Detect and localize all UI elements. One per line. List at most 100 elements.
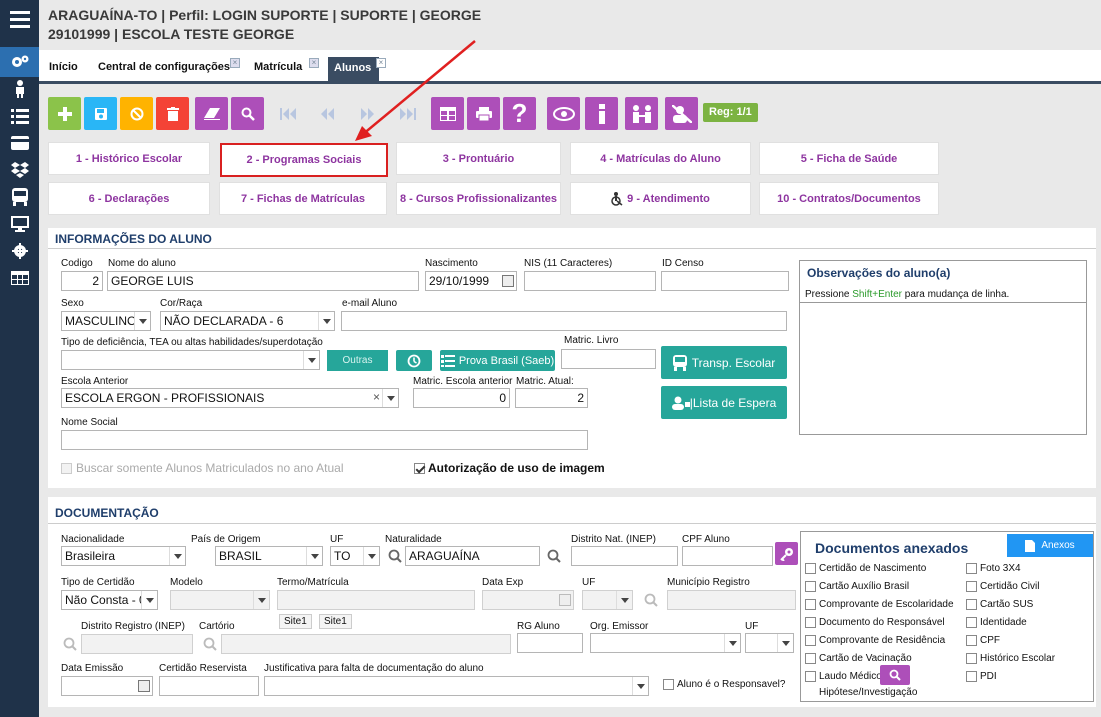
outras-button[interactable]: Outras — [327, 350, 388, 371]
modelo-select[interactable] — [170, 590, 270, 610]
site1-button[interactable]: Site1 — [279, 614, 312, 629]
data-exp-field[interactable] — [482, 590, 574, 610]
table-icon[interactable] — [0, 263, 39, 293]
nis-field[interactable] — [524, 271, 656, 291]
nacionalidade-select[interactable]: Brasileira — [61, 546, 186, 566]
save-button[interactable] — [84, 97, 117, 130]
responsavel-checkbox[interactable] — [663, 679, 674, 690]
clear-icon[interactable]: × — [373, 390, 380, 404]
tipo-certidao-select[interactable]: Não Consta - 0 — [61, 590, 158, 610]
key-button[interactable] — [775, 542, 798, 565]
doc-checkbox[interactable] — [805, 671, 816, 682]
email-field[interactable] — [341, 311, 787, 331]
cancel-button[interactable] — [120, 97, 153, 130]
matric-escola-anterior-field[interactable]: 0 — [413, 388, 510, 408]
tab-matricula[interactable]: Matrícula — [254, 61, 302, 73]
search-icon[interactable] — [63, 637, 77, 651]
distrito-nat-field[interactable] — [571, 546, 678, 566]
uf3-select[interactable] — [745, 633, 794, 653]
fichas-matriculas-button[interactable]: 7 - Fichas de Matrículas — [219, 182, 387, 215]
doc-checkbox[interactable] — [805, 653, 816, 664]
monitor-icon[interactable] — [0, 209, 39, 239]
doc-checkbox[interactable] — [966, 635, 977, 646]
ficha-saude-button[interactable]: 5 - Ficha de Saúde — [759, 142, 939, 175]
data-emissao-field[interactable] — [61, 676, 153, 696]
municipio-registro-field[interactable] — [667, 590, 796, 610]
cpf-field[interactable] — [682, 546, 773, 566]
student-icon[interactable] — [0, 74, 39, 104]
doc-checkbox[interactable] — [966, 671, 977, 682]
rg-field[interactable] — [517, 633, 583, 653]
doc-checkbox[interactable] — [805, 599, 816, 610]
programas-sociais-button[interactable]: 2 - Programas Sociais — [220, 143, 388, 177]
naturalidade-field[interactable]: ARAGUAÍNA — [405, 546, 540, 566]
search-icon[interactable] — [644, 593, 658, 607]
delete-button[interactable] — [156, 97, 189, 130]
doc-checkbox[interactable] — [966, 563, 977, 574]
prontuario-button[interactable]: 3 - Prontuário — [396, 142, 561, 175]
matric-livro-field[interactable] — [561, 349, 656, 369]
hamburger-menu-icon[interactable] — [0, 4, 39, 34]
doc-checkbox[interactable] — [966, 581, 977, 592]
family-icon[interactable] — [625, 97, 658, 130]
tab-central-configuracoes[interactable]: Central de configurações — [98, 61, 230, 73]
cor-select[interactable]: NÃO DECLARADA - 6 — [160, 311, 335, 331]
search-button[interactable] — [231, 97, 264, 130]
transp-escolar-button[interactable]: Transp. Escolar — [661, 346, 787, 379]
org-emissor-select[interactable] — [590, 633, 741, 653]
doc-checkbox[interactable] — [805, 635, 816, 646]
anexos-button[interactable]: Anexos — [1007, 534, 1093, 557]
nome-field[interactable]: GEORGE LUIS — [107, 271, 419, 291]
observacoes-textarea[interactable] — [800, 302, 1086, 434]
escola-anterior-select[interactable]: ESCOLA ERGON - PROFISSIONAIS × — [61, 388, 399, 408]
search-icon[interactable] — [547, 549, 561, 563]
gear-icon[interactable] — [0, 236, 39, 266]
matric-atual-field[interactable]: 2 — [515, 388, 588, 408]
justificativa-select[interactable] — [264, 676, 649, 696]
laudo-search-button[interactable] — [880, 665, 910, 685]
info-icon[interactable] — [585, 97, 618, 130]
atendimento-button[interactable]: 9 - Atendimento — [570, 182, 751, 215]
help-icon[interactable]: ? — [503, 97, 536, 130]
calendar-icon[interactable] — [502, 275, 514, 287]
bus-icon[interactable] — [0, 182, 39, 212]
lista-espera-button[interactable]: |Lista de Espera — [661, 386, 787, 419]
prova-brasil-button[interactable]: Prova Brasil (Saeb) — [440, 350, 555, 371]
doc-checkbox[interactable] — [805, 617, 816, 628]
cursos-profissionalizantes-button[interactable]: 8 - Cursos Profissionalizantes — [396, 182, 561, 215]
contratos-documentos-button[interactable]: 10 - Contratos/Documentos — [759, 182, 939, 215]
search-icon[interactable] — [203, 637, 217, 651]
calendar-icon[interactable] — [138, 680, 150, 692]
close-tab-icon[interactable]: × — [309, 58, 319, 68]
calendar-icon[interactable] — [559, 594, 571, 606]
close-tab-icon[interactable]: × — [230, 58, 240, 68]
eye-icon[interactable] — [547, 97, 580, 130]
uf2-select[interactable] — [582, 590, 633, 610]
idcenso-field[interactable] — [661, 271, 789, 291]
doc-checkbox[interactable] — [966, 599, 977, 610]
cartorio-field[interactable] — [221, 634, 511, 654]
search-icon[interactable] — [388, 549, 402, 563]
nascimento-field[interactable]: 29/10/1999 — [425, 271, 517, 291]
deficiencia-select[interactable] — [61, 350, 320, 370]
distrito-registro-field[interactable] — [81, 634, 193, 654]
doc-checkbox[interactable] — [966, 617, 977, 628]
gears-icon[interactable] — [0, 47, 39, 77]
matriculas-aluno-button[interactable]: 4 - Matrículas do Aluno — [570, 142, 751, 175]
sexo-select[interactable]: MASCULINO — [61, 311, 151, 331]
eraser-button[interactable] — [195, 97, 228, 130]
first-record-icon[interactable] — [271, 97, 304, 130]
autorizacao-checkbox[interactable] — [414, 463, 425, 474]
declaracoes-button[interactable]: 6 - Declarações — [48, 182, 210, 215]
doc-checkbox[interactable] — [966, 653, 977, 664]
uf-select[interactable]: TO — [330, 546, 380, 566]
doc-checkbox[interactable] — [805, 563, 816, 574]
previous-record-icon[interactable] — [310, 97, 343, 130]
buscar-checkbox[interactable] — [61, 463, 72, 474]
pais-select[interactable]: BRASIL — [215, 546, 323, 566]
termo-field[interactable] — [277, 590, 475, 610]
codigo-field[interactable]: 2 — [61, 271, 103, 291]
list-icon[interactable] — [0, 101, 39, 131]
historico-escolar-button[interactable]: 1 - Histórico Escolar — [48, 142, 210, 175]
dropbox-icon[interactable] — [0, 155, 39, 185]
